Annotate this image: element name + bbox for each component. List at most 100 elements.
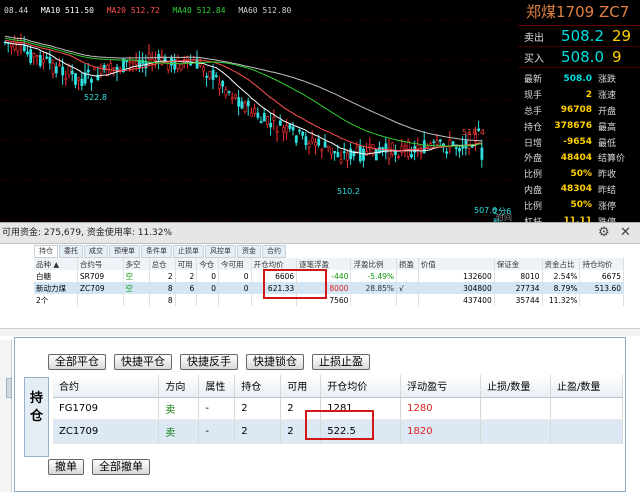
close-all-button[interactable]: 全部平仓: [48, 354, 106, 370]
quick-close-button[interactable]: 快捷平仓: [114, 354, 172, 370]
table-cell: 2个: [34, 294, 78, 306]
ma-indicator-bar: 08.44 MA10 511.50 MA20 512.72 MA40 512.8…: [4, 6, 299, 15]
settings-icon[interactable]: ⚙: [598, 223, 610, 243]
ma-current-price: 08.44: [4, 6, 29, 15]
col-header[interactable]: 保证金: [494, 258, 543, 270]
tab-3[interactable]: 预埋单: [109, 245, 140, 258]
col-header[interactable]: 开仓均价: [320, 375, 402, 398]
bid-label: 买入: [524, 53, 544, 65]
stat-label: 持仓: [524, 122, 543, 133]
tab-0[interactable]: 持仓: [34, 245, 58, 258]
stat-label: 最新: [524, 75, 543, 86]
table-cell: 2: [149, 270, 176, 282]
quick-toolbar: 全部平仓 快捷平仓 快捷反手 快捷锁仓 止损止盈: [48, 354, 378, 370]
col-header[interactable]: 合约号: [77, 258, 124, 270]
table-cell: 8.79%: [542, 282, 581, 294]
table-row[interactable]: 2个 8 7560 437400 35744 11.32%: [34, 294, 624, 306]
col-header[interactable]: 可用: [175, 258, 198, 270]
positions-table: 品种 ▲ 合约号 多空 总仓 可用 今仓 今可用 开仓均价 逐笔浮盈 浮盈比例 损盈 价值 保证金 资金占…: [34, 258, 624, 306]
close-icon[interactable]: ✕: [620, 223, 631, 243]
col-header[interactable]: 属性: [198, 375, 236, 398]
table-cell: SR709: [77, 270, 124, 282]
position-cell: 2: [234, 419, 282, 444]
col-header[interactable]: 持仓均价: [579, 258, 624, 270]
col-header[interactable]: 价值: [418, 258, 495, 270]
price-chart[interactable]: 08.44 MA10 511.50 MA20 512.72 MA40 512.8…: [0, 0, 518, 222]
highlight-box-open-price: [305, 410, 374, 440]
quick-reverse-button[interactable]: 快捷反手: [180, 354, 238, 370]
col-header[interactable]: 损盈: [396, 258, 419, 270]
ask-label: 卖出: [524, 32, 544, 44]
table-cell: 513.60: [579, 282, 624, 294]
left-strip: [0, 340, 12, 492]
tab-6[interactable]: 风控单: [205, 245, 236, 258]
col-header[interactable]: 合约: [53, 375, 160, 398]
side-tab-positions[interactable]: 持 仓: [24, 377, 49, 457]
tab-8[interactable]: 合约: [262, 245, 286, 258]
ma20-label: MA20 512.72: [106, 6, 160, 15]
col-header[interactable]: 浮盈比例: [350, 258, 398, 270]
quote-stat-row: 外盘 48404 结算价: [518, 150, 640, 166]
tab-4[interactable]: 条件单: [141, 245, 172, 258]
table-cell: 新动力煤: [34, 282, 78, 294]
position-cell: [550, 397, 623, 420]
stat-label: 总手: [524, 106, 543, 117]
col-header[interactable]: 止损/数量: [480, 375, 552, 398]
stat-value: 48304: [560, 184, 592, 195]
account-summary: 可用资金: 275,679, 资金使用率: 11.32%: [2, 228, 173, 238]
stat-label: 比例: [524, 170, 543, 181]
table-cell: [396, 294, 419, 306]
col-header[interactable]: 多空: [123, 258, 150, 270]
bid-row[interactable]: 买入 508.0 9: [518, 47, 640, 68]
tab-1[interactable]: 委托: [59, 245, 83, 258]
table-cell: 0: [218, 282, 252, 294]
ma10-label: MA10 511.50: [40, 6, 94, 15]
stop-loss-profit-button[interactable]: 止损止盈: [312, 354, 370, 370]
stat-value: 2: [585, 89, 592, 100]
stat-value: -9654: [563, 137, 592, 148]
ask-row[interactable]: 卖出 508.2 29: [518, 26, 640, 47]
quote-stat-row: 总手 96708 开盘: [518, 103, 640, 119]
col-header[interactable]: 资金占比: [542, 258, 581, 270]
col-header[interactable]: 持仓: [234, 375, 282, 398]
position-cell: -: [198, 419, 236, 444]
label-low-left: 522.8: [84, 93, 107, 102]
tab-7[interactable]: 资金: [237, 245, 261, 258]
stat-label-2: 最低: [598, 138, 617, 149]
col-header[interactable]: 止盈/数量: [550, 375, 623, 398]
order-actions: 撤单 全部撤单: [48, 459, 158, 475]
quick-lock-button[interactable]: 快捷锁仓: [246, 354, 304, 370]
table-cell: [175, 294, 198, 306]
table-cell: √: [396, 282, 419, 294]
table-cell: 0: [196, 270, 220, 282]
table-cell: 304800: [418, 282, 495, 294]
cancel-order-button[interactable]: 撤单: [48, 459, 84, 475]
col-header[interactable]: 品种 ▲: [34, 258, 78, 270]
col-header[interactable]: 总仓: [149, 258, 176, 270]
col-header[interactable]: 今仓: [196, 258, 220, 270]
table-cell: 35744: [494, 294, 543, 306]
table-cell: -5.49%: [350, 270, 398, 282]
position-cell: 2: [234, 397, 282, 420]
col-header[interactable]: 可用: [280, 375, 322, 398]
cancel-all-button[interactable]: 全部撤单: [92, 459, 150, 475]
position-cell: [480, 419, 552, 444]
ask-price[interactable]: 508.2: [552, 27, 604, 45]
position-cell: ZC1709: [53, 419, 160, 444]
left-scroll-handle[interactable]: [6, 378, 12, 398]
candlestick-chart: [0, 19, 518, 221]
col-header[interactable]: 浮动盈亏: [400, 375, 482, 398]
position-cell: [550, 419, 623, 444]
col-header[interactable]: 今可用: [218, 258, 252, 270]
bid-price[interactable]: 508.0: [552, 48, 604, 66]
stat-label-2: 昨结: [598, 185, 617, 196]
stat-label: 内盘: [524, 185, 543, 196]
table-cell: 0: [196, 282, 220, 294]
tab-2[interactable]: 成交: [84, 245, 108, 258]
quote-stat-row: 内盘 48304 昨结: [518, 182, 640, 198]
col-header[interactable]: 方向: [158, 375, 200, 398]
tab-5[interactable]: 止损单: [173, 245, 204, 258]
table-cell: [196, 294, 220, 306]
table-row[interactable]: 白糖 SR709 空 2 2 0 0 6606 -440 -5.49% 132600 8010 2.54…: [34, 270, 624, 282]
table-row[interactable]: 新动力煤 ZC709 空 8 6 0 0 621.33 8000 28.85% √ 304800 277…: [34, 282, 624, 294]
